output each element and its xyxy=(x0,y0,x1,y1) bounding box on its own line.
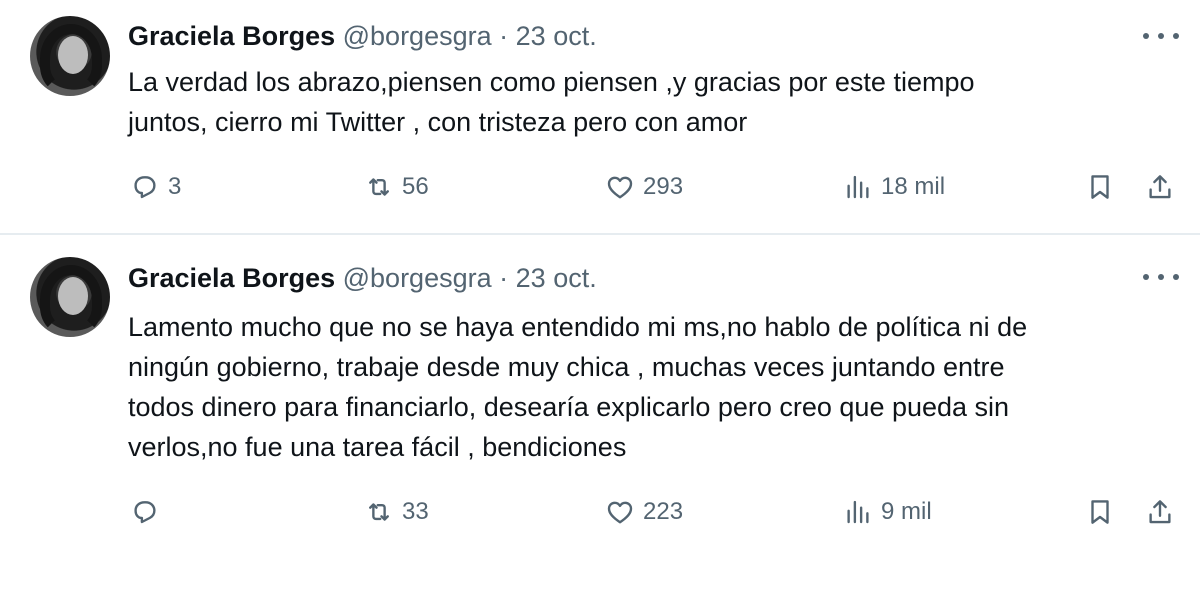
bookmark-button[interactable] xyxy=(1085,167,1115,207)
views-icon xyxy=(847,175,869,199)
share-icon xyxy=(1149,500,1171,524)
tweet-actions: 33 223 9 mil xyxy=(0,492,1200,532)
reply-icon xyxy=(134,501,156,524)
tweet-text: Lamento mucho que no se haya entendido m… xyxy=(128,312,1028,462)
separator-dot: · xyxy=(499,263,509,293)
author-handle[interactable]: @borgesgra xyxy=(343,21,492,51)
reply-count: 3 xyxy=(168,173,182,200)
views-button[interactable]: 18 mil xyxy=(843,167,945,207)
avatar[interactable] xyxy=(30,16,110,96)
tweet-actions: 3 56 293 18 mil xyxy=(0,167,1200,207)
bookmark-button[interactable] xyxy=(1085,492,1115,532)
bookmark-icon xyxy=(1091,175,1109,199)
retweet-button[interactable]: 56 xyxy=(364,167,429,207)
share-button[interactable] xyxy=(1145,492,1175,532)
tweet-date[interactable]: 23 oct. xyxy=(516,263,597,293)
like-count: 223 xyxy=(643,498,684,525)
reply-icon xyxy=(134,176,156,199)
author-name[interactable]: Graciela Borges xyxy=(128,263,335,293)
bookmark-icon xyxy=(1091,500,1109,524)
retweet-button[interactable]: 33 xyxy=(364,492,429,532)
author-name[interactable]: Graciela Borges xyxy=(128,21,335,51)
heart-icon xyxy=(607,501,633,524)
avatar[interactable] xyxy=(30,257,110,337)
avatar-face xyxy=(58,277,88,315)
tweet-header: Graciela Borges @borgesgra · 23 oct. xyxy=(128,262,597,294)
views-count: 9 mil xyxy=(881,498,932,525)
like-button[interactable]: 223 xyxy=(605,492,683,532)
views-button[interactable]: 9 mil xyxy=(843,492,932,532)
tweet-text: La verdad los abrazo,piensen como piense… xyxy=(128,67,975,137)
reply-button[interactable]: 3 xyxy=(130,167,181,207)
avatar-face xyxy=(58,36,88,74)
like-button[interactable]: 293 xyxy=(605,167,683,207)
author-handle[interactable]: @borgesgra xyxy=(343,263,492,293)
like-count: 293 xyxy=(643,173,684,200)
retweet-icon xyxy=(369,178,389,196)
views-count: 18 mil xyxy=(881,173,946,200)
reply-button[interactable] xyxy=(130,492,168,532)
views-icon xyxy=(847,500,869,524)
share-button[interactable] xyxy=(1145,167,1175,207)
share-icon xyxy=(1149,175,1171,199)
retweet-icon xyxy=(369,503,389,521)
tweet[interactable]: Graciela Borges @borgesgra · 23 oct. Lam… xyxy=(0,235,1200,594)
tweet[interactable]: Graciela Borges @borgesgra · 23 oct. La … xyxy=(0,0,1200,233)
retweet-count: 33 xyxy=(402,498,429,525)
more-icon[interactable] xyxy=(1143,26,1179,46)
heart-icon xyxy=(607,176,633,199)
tweet-header: Graciela Borges @borgesgra · 23 oct. xyxy=(128,20,597,52)
tweet-date[interactable]: 23 oct. xyxy=(516,21,597,51)
more-icon[interactable] xyxy=(1143,267,1179,287)
retweet-count: 56 xyxy=(402,173,429,200)
separator-dot: · xyxy=(499,21,509,51)
